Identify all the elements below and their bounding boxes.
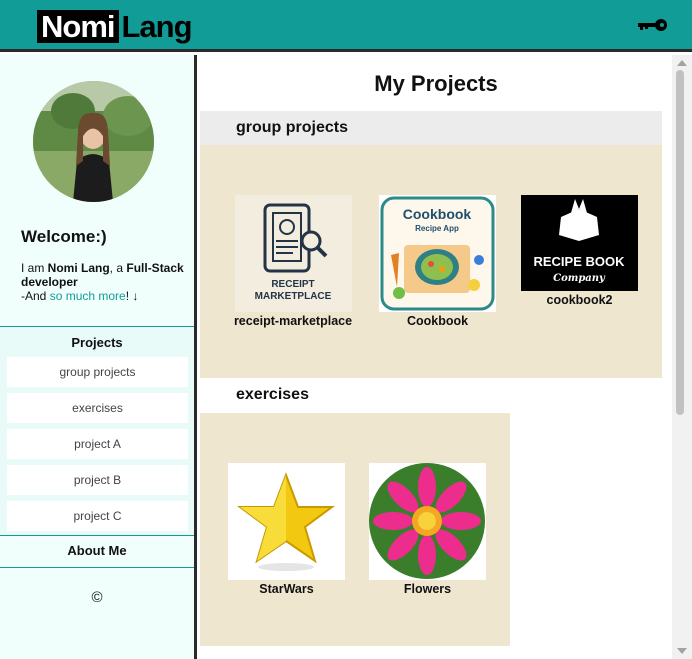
projects-nav: Projects group projects exercises projec… <box>0 326 194 536</box>
about-me-link[interactable]: About Me <box>0 536 194 568</box>
intro-name: Nomi Lang <box>47 261 110 275</box>
project-card-label[interactable]: receipt-marketplace <box>228 314 358 328</box>
projects-nav-heading[interactable]: Projects <box>0 335 194 351</box>
main-content: My Projects group projects RECEIPT MARKE… <box>200 55 672 659</box>
project-card-receipt-marketplace[interactable]: RECEIPT MARKETPLACE receipt-marketplace <box>228 195 358 328</box>
sidebar: Welcome:) I am Nomi Lang, a Full-Stack d… <box>0 55 197 659</box>
copyright-symbol: © <box>91 589 103 606</box>
cookbook2-image[interactable]: RECIPE BOOK Company <box>521 195 638 291</box>
svg-text:RECEIPT: RECEIPT <box>271 279 314 290</box>
nav-item-group-projects[interactable]: group projects <box>7 357 188 387</box>
exercises-cards: StarWars Flowers <box>200 413 510 646</box>
project-card-starwars[interactable]: StarWars <box>228 463 345 596</box>
project-card-cookbook[interactable]: Cookbook Recipe App Cookbook <box>379 195 496 328</box>
nav-item-exercises[interactable]: exercises <box>7 393 188 423</box>
so-much-more-link[interactable]: so much more <box>50 289 126 303</box>
svg-text:Cookbook: Cookbook <box>403 206 472 222</box>
section-heading-group-projects: group projects <box>200 111 662 145</box>
svg-text:Recipe App: Recipe App <box>415 224 459 233</box>
profile-avatar <box>33 81 154 202</box>
logo-first-name: Nomi <box>37 10 119 43</box>
project-card-label[interactable]: Cookbook <box>379 314 496 328</box>
scroll-up-arrow-icon[interactable] <box>677 60 687 66</box>
nav-item-project-b[interactable]: project B <box>7 465 188 495</box>
project-card-flowers[interactable]: Flowers <box>369 463 486 596</box>
svg-text:Company: Company <box>553 273 606 284</box>
key-icon[interactable] <box>638 18 668 32</box>
scroll-down-arrow-icon[interactable] <box>677 648 687 654</box>
page-title: My Projects <box>374 71 498 96</box>
welcome-heading: Welcome:) <box>21 227 107 246</box>
flowers-image[interactable] <box>369 463 486 580</box>
scrollbar-thumb[interactable] <box>676 70 684 415</box>
intro-text: I am Nomi Lang, a Full-Stack developer -… <box>21 261 184 303</box>
project-card-cookbook2[interactable]: RECIPE BOOK Company cookbook2 <box>521 195 638 307</box>
logo-last-name: Lang <box>121 9 193 44</box>
top-header: Nomi Lang <box>0 0 692 52</box>
receipt-marketplace-image[interactable]: RECEIPT MARKETPLACE <box>234 195 352 312</box>
nav-item-project-c[interactable]: project C <box>7 501 188 531</box>
nav-item-project-a[interactable]: project A <box>7 429 188 459</box>
section-heading-exercises: exercises <box>236 386 309 403</box>
project-card-label[interactable]: cookbook2 <box>521 293 638 307</box>
cookbook-image[interactable]: Cookbook Recipe App <box>379 195 496 312</box>
group-projects-cards: RECEIPT MARKETPLACE receipt-marketplace … <box>200 145 662 378</box>
main-scrollbar[interactable] <box>672 55 692 659</box>
svg-text:MARKETPLACE: MARKETPLACE <box>254 291 331 302</box>
project-card-label[interactable]: StarWars <box>228 582 345 596</box>
svg-text:RECIPE BOOK: RECIPE BOOK <box>533 254 625 269</box>
starwars-image[interactable] <box>228 463 345 580</box>
site-logo[interactable]: Nomi Lang <box>37 9 193 44</box>
project-card-label[interactable]: Flowers <box>369 582 486 596</box>
